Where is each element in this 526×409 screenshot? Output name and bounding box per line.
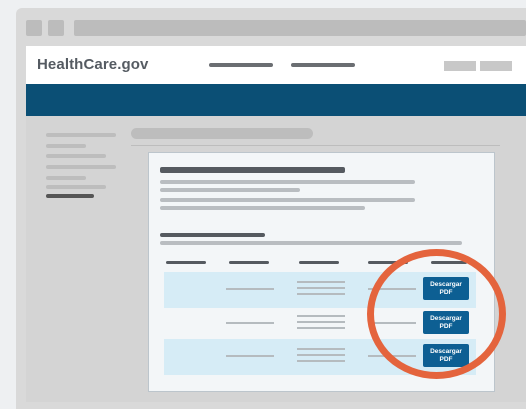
highlight-circle-annotation [367, 249, 506, 379]
column-header [299, 261, 339, 264]
page-title-placeholder [131, 128, 313, 139]
header-button-placeholder[interactable] [480, 61, 512, 71]
table-cell [297, 327, 345, 329]
sidebar-item-active[interactable] [46, 194, 94, 198]
table-cell [297, 281, 345, 283]
sidebar-item[interactable] [46, 133, 116, 137]
column-header [229, 261, 269, 264]
table-cell [297, 321, 345, 323]
table-cell [297, 354, 345, 356]
nav-link-placeholder[interactable] [291, 63, 355, 67]
divider [131, 145, 500, 146]
column-header [166, 261, 206, 264]
site-logo[interactable]: HealthCare.gov [37, 56, 148, 73]
table-cell [297, 293, 345, 295]
sidebar-item[interactable] [46, 185, 106, 189]
text-line [160, 241, 462, 245]
table-cell [297, 287, 345, 289]
site-header: HealthCare.gov [26, 46, 526, 84]
text-line [160, 188, 300, 192]
table-cell [297, 348, 345, 350]
sidebar-item[interactable] [46, 176, 86, 180]
address-bar[interactable] [74, 20, 526, 36]
nav-link-placeholder[interactable] [209, 63, 273, 67]
panel-heading-placeholder [160, 167, 345, 173]
sidebar-item[interactable] [46, 165, 116, 169]
table-cell [226, 322, 274, 324]
table-cell [226, 288, 274, 290]
table-cell [226, 355, 274, 357]
sidebar-item[interactable] [46, 144, 86, 148]
table-cell [297, 315, 345, 317]
text-line [160, 198, 415, 202]
table-heading-placeholder [160, 233, 265, 237]
header-button-placeholder[interactable] [444, 61, 476, 71]
text-line [160, 180, 415, 184]
browser-tab[interactable] [48, 20, 64, 36]
text-line [160, 206, 365, 210]
sidebar-item[interactable] [46, 154, 106, 158]
site-nav-bar [26, 84, 526, 116]
browser-tab[interactable] [26, 20, 42, 36]
table-cell [297, 360, 345, 362]
